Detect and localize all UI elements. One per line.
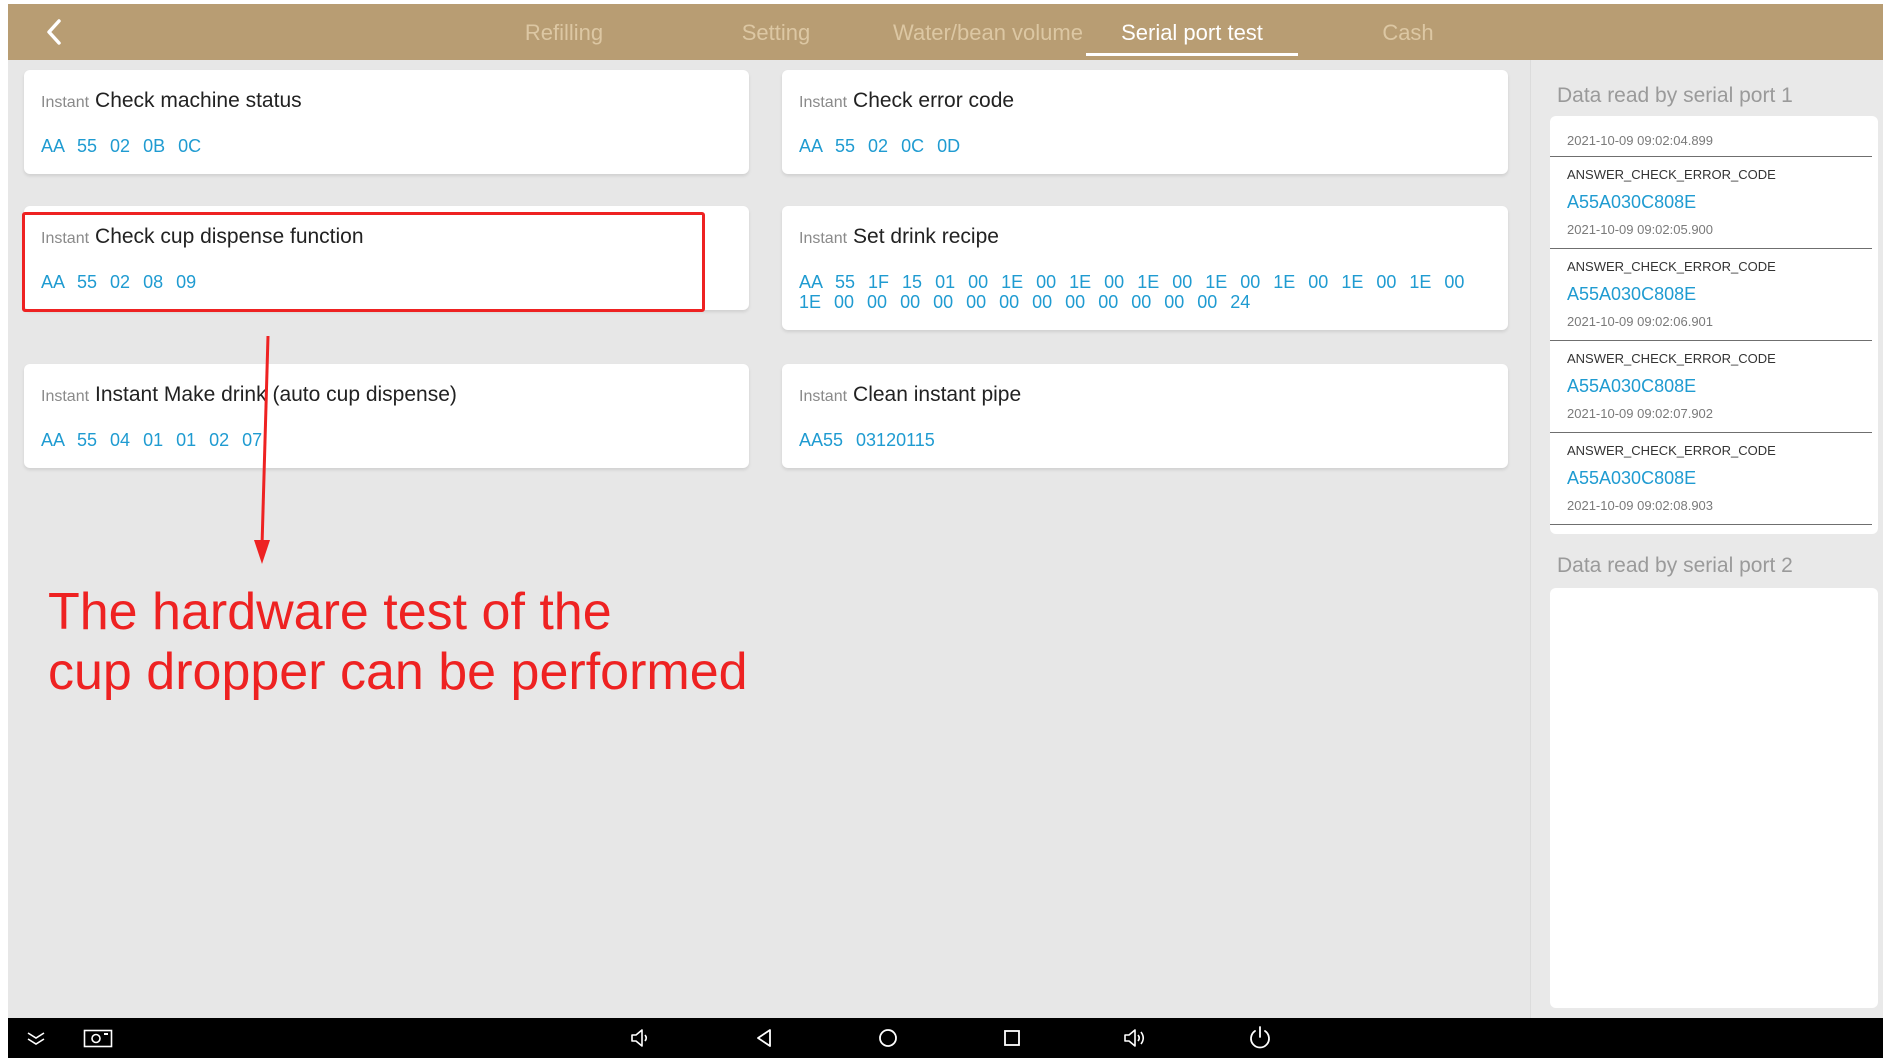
screenshot-button[interactable] — [82, 1024, 114, 1052]
volume-down-icon — [631, 1029, 648, 1047]
serial-port-1-log[interactable]: 2021-10-09 09:02:04.899 ANSWER_CHECK_ERR… — [1550, 116, 1878, 534]
card-hex-code: AA55 03120115 — [799, 430, 935, 450]
power-button[interactable] — [1244, 1024, 1276, 1052]
annotation-caption: The hardware test of the cup dropper can… — [48, 582, 828, 702]
app-window: Refilling Setting Water/bean volume Seri… — [8, 4, 1883, 1058]
card-title: Instant Check machine status — [41, 89, 302, 113]
chevron-left-icon — [47, 19, 61, 45]
serial-port-2-title: Data read by serial port 2 — [1557, 554, 1793, 577]
log-entry-value: A55A030C808E — [1567, 376, 1697, 396]
active-tab-indicator — [1086, 53, 1298, 56]
log-entry-label: ANSWER_CHECK_ERROR_CODE — [1567, 443, 1776, 458]
back-nav-button[interactable] — [748, 1024, 780, 1052]
card-title-text: Check error code — [853, 89, 1015, 112]
log-entry: ANSWER_CHECK_ERROR_CODE A55A030C808E 202… — [1550, 248, 1872, 340]
log-entry-value: A55A030C808E — [1567, 468, 1697, 488]
annotation-line-1: The hardware test of the — [48, 583, 612, 641]
log-divider — [1550, 524, 1872, 525]
annotation-highlight-box — [22, 212, 705, 312]
home-icon — [879, 1029, 897, 1047]
card-title: Instant Set drink recipe — [799, 225, 999, 249]
annotation-arrow — [254, 335, 270, 564]
expand-icon — [27, 1032, 45, 1045]
log-entry: ANSWER_CHECK_ERROR_CODE A55A030C808E 202… — [1550, 340, 1872, 432]
screenshot-icon — [83, 1029, 113, 1048]
volume-up-button[interactable] — [1120, 1024, 1152, 1052]
card-tag: Instant — [41, 94, 90, 111]
log-entry-label: ANSWER_CHECK_ERROR_CODE — [1567, 167, 1776, 182]
log-entry-timestamp: 2021-10-09 09:02:07.902 — [1567, 406, 1714, 421]
log-timestamp: 2021-10-09 09:02:04.899 — [1567, 133, 1714, 148]
log-entry-label: ANSWER_CHECK_ERROR_CODE — [1567, 351, 1776, 366]
volume-down-button[interactable] — [624, 1024, 656, 1052]
card-hex-code: AA 55 02 0C 0D — [799, 136, 961, 156]
home-button[interactable] — [872, 1024, 904, 1052]
log-entry-timestamp: 2021-10-09 09:02:08.903 — [1567, 498, 1714, 513]
log-entry-value: A55A030C808E — [1567, 284, 1697, 304]
card-hex-code: AA 55 04 01 01 02 07 — [41, 430, 263, 450]
power-icon — [1250, 1026, 1270, 1049]
back-button[interactable] — [34, 16, 74, 48]
log-divider — [1550, 248, 1872, 249]
card-tag: Instant — [41, 388, 90, 405]
expand-button[interactable] — [20, 1024, 52, 1052]
top-tab-bar: Refilling Setting Water/bean volume Seri… — [8, 4, 1883, 60]
tab-refilling[interactable]: Refilling — [496, 4, 632, 60]
back-icon — [757, 1029, 771, 1047]
log-entry-label: ANSWER_CHECK_ERROR_CODE — [1567, 259, 1776, 274]
card-hex-code: AA 55 02 0B 0C — [41, 136, 202, 156]
serial-port-2-log[interactable] — [1550, 588, 1878, 1008]
volume-up-icon — [1124, 1029, 1145, 1047]
tab-serial-port-test[interactable]: Serial port test — [1086, 4, 1298, 60]
card-tag: Instant — [799, 388, 848, 405]
log-entry-value: A55A030C808E — [1567, 192, 1697, 212]
serial-port-1-title: Data read by serial port 1 — [1557, 84, 1793, 107]
command-card-check-machine-status[interactable]: Instant Check machine status AA 55 02 0B … — [24, 70, 749, 174]
tab-water-bean-volume[interactable]: Water/bean volume — [878, 4, 1098, 60]
log-entry-timestamp: 2021-10-09 09:02:06.901 — [1567, 314, 1714, 329]
command-card-check-error-code[interactable]: Instant Check error code AA 55 02 0C 0D — [782, 70, 1508, 174]
log-entry-end — [1550, 524, 1872, 534]
command-card-make-drink[interactable]: Instant Instant Make drink (auto cup disp… — [24, 364, 749, 468]
log-entry: ANSWER_CHECK_ERROR_CODE A55A030C808E 202… — [1550, 432, 1872, 524]
annotation-line-2: cup dropper can be performed — [48, 643, 748, 701]
command-card-set-drink-recipe[interactable]: Instant Set drink recipe AA 55 1F 15 01 0… — [782, 206, 1508, 330]
log-divider — [1550, 156, 1872, 157]
tab-cash[interactable]: Cash — [1348, 4, 1468, 60]
recents-icon — [1004, 1030, 1020, 1046]
recents-button[interactable] — [996, 1024, 1028, 1052]
log-entry: ANSWER_CHECK_ERROR_CODE A55A030C808E 202… — [1550, 156, 1872, 248]
card-tag: Instant — [799, 94, 848, 111]
card-title-text: Set drink recipe — [853, 225, 999, 248]
system-nav-bar — [8, 1018, 1883, 1058]
serial-data-panel: Data read by serial port 1 2021-10-09 09… — [1530, 60, 1883, 1018]
card-title-text: Clean instant pipe — [853, 383, 1022, 406]
tab-setting[interactable]: Setting — [708, 4, 844, 60]
card-title: Instant Clean instant pipe — [799, 383, 1021, 407]
log-entry-timestamp: 2021-10-09 09:02:05.900 — [1567, 222, 1714, 237]
log-divider — [1550, 340, 1872, 341]
card-tag: Instant — [799, 230, 848, 247]
command-card-clean-instant-pipe[interactable]: Instant Clean instant pipe AA55 03120115 — [782, 364, 1508, 468]
card-hex-code: AA 55 1F 15 01 00 1E 00 1E 00 1E 00 1E 0… — [799, 272, 1465, 312]
log-divider — [1550, 432, 1872, 433]
card-title-text: Check machine status — [95, 89, 302, 112]
card-title: Instant Check error code — [799, 89, 1014, 113]
